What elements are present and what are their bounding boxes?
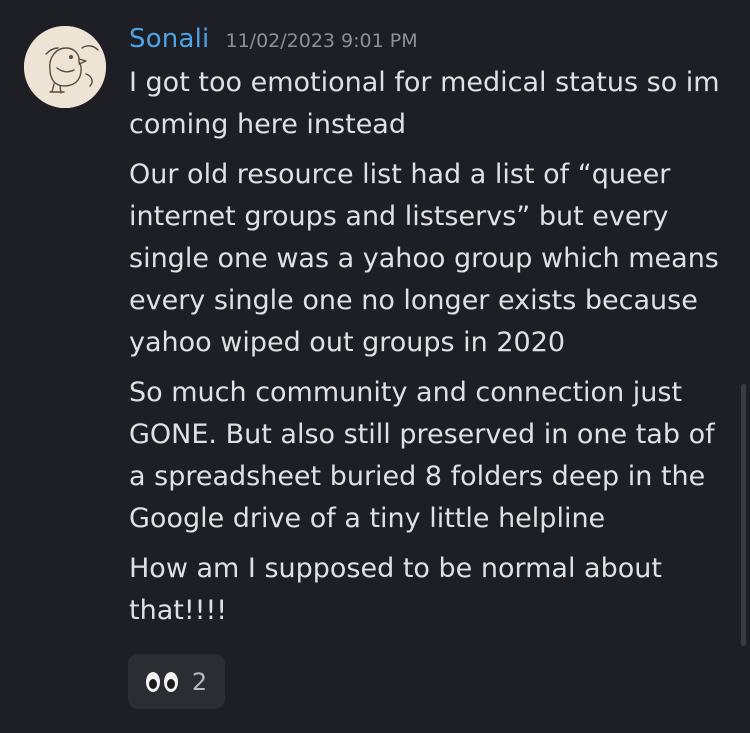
message-line: a spreadsheet buried 8 folders deep in t… — [129, 461, 706, 492]
message-line: GONE. But also still preserved in one ta… — [129, 419, 715, 450]
message-header: Sonali 11/02/2023 9:01 PM — [129, 24, 418, 60]
reaction-count: 2 — [191, 667, 208, 696]
message-line: coming here instead — [129, 109, 406, 140]
username[interactable]: Sonali — [129, 24, 209, 54]
message-line: I got too emotional for medical status s… — [129, 67, 720, 98]
eyes-icon — [145, 671, 178, 692]
eye-left — [145, 671, 160, 692]
bird-drawing-icon — [24, 26, 106, 108]
message-paragraph: So much community and connection just GO… — [129, 372, 729, 540]
timestamp: 11/02/2023 9:01 PM — [225, 30, 418, 52]
message-line: So much community and connection just — [129, 377, 683, 408]
message-line: Our old resource list had a list of “que… — [129, 159, 671, 190]
message-line: internet groups and listservs” but every — [129, 201, 669, 232]
message-line: that!!!! — [129, 595, 228, 626]
scrollbar[interactable] — [741, 384, 746, 646]
message-line: yahoo wiped out groups in 2020 — [129, 327, 566, 358]
message-line: every single one no longer exists becaus… — [129, 285, 698, 316]
message-line: single one was a yahoo group which means — [129, 243, 719, 274]
message-body: I got too emotional for medical status s… — [129, 62, 729, 640]
avatar[interactable] — [24, 26, 106, 108]
message-line: Google drive of a tiny little helpline — [129, 503, 606, 534]
message-paragraph: I got too emotional for medical status s… — [129, 62, 729, 146]
chat-message: Sonali 11/02/2023 9:01 PM I got too emot… — [0, 0, 750, 733]
message-paragraph: Our old resource list had a list of “que… — [129, 154, 729, 364]
eye-right — [163, 671, 178, 692]
message-line: How am I supposed to be normal about — [129, 553, 662, 584]
reaction-button[interactable]: 2 — [128, 654, 225, 709]
message-paragraph: How am I supposed to be normal about tha… — [129, 548, 729, 632]
